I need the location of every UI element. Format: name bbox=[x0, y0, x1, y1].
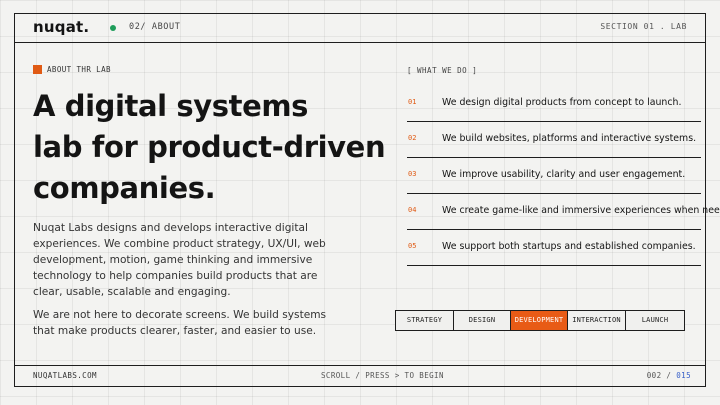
statement: We are not here to decorate screens. We … bbox=[33, 309, 327, 337]
item-text: We design digital products from concept … bbox=[442, 97, 682, 108]
page-title: A digital systems lab for product-driven… bbox=[33, 86, 405, 209]
item-number: 01 bbox=[408, 98, 417, 106]
item-text: We create game-like and immersive experi… bbox=[442, 205, 720, 216]
orange-square-icon bbox=[33, 65, 42, 74]
what-we-do-label: [ WHAT WE DO ] bbox=[407, 66, 478, 75]
logo[interactable]: nuqat. bbox=[33, 18, 89, 36]
list-item: 02 We build websites, platforms and inte… bbox=[407, 122, 701, 158]
list-item: 03 We improve usability, clarity and use… bbox=[407, 158, 701, 194]
item-number: 05 bbox=[408, 242, 417, 250]
headline-line-1: A digital systems bbox=[33, 89, 309, 123]
tab-design[interactable]: DESIGN bbox=[454, 311, 511, 330]
page-current: 002 bbox=[646, 371, 662, 380]
bottom-bar: NUQATLABS.COM SCROLL / PRESS > TO BEGIN … bbox=[15, 365, 705, 386]
item-number: 04 bbox=[408, 206, 417, 214]
page-separator: / bbox=[661, 371, 677, 380]
page-counter: 002 / 015 bbox=[647, 371, 691, 380]
list-item: 04 We create game-like and immersive exp… bbox=[407, 194, 720, 230]
item-text: We support both startups and established… bbox=[442, 241, 696, 252]
headline-line-3: companies. bbox=[33, 171, 216, 205]
list-item: 01 We design digital products from conce… bbox=[407, 86, 701, 122]
slide-frame: nuqat. 02/ ABOUT SECTION 01 . LAB ABOUT … bbox=[14, 13, 720, 387]
tab-launch[interactable]: LAUNCH bbox=[626, 311, 684, 330]
breadcrumb: 02/ ABOUT bbox=[129, 22, 181, 32]
eyebrow: ABOUT THR LAB bbox=[33, 65, 111, 74]
list-item: 05 We support both startups and establis… bbox=[407, 230, 701, 266]
item-number: 02 bbox=[408, 134, 417, 142]
scroll-hint: SCROLL / PRESS > TO BEGIN bbox=[321, 371, 444, 380]
tab-development[interactable]: DEVELOPMENT bbox=[511, 311, 568, 330]
page-total: 015 bbox=[676, 371, 691, 380]
eyebrow-text: ABOUT THR LAB bbox=[47, 65, 111, 74]
what-we-do-list: 01 We design digital products from conce… bbox=[407, 86, 720, 266]
process-tabs: STRATEGY DESIGN DEVELOPMENT INTERACTION … bbox=[395, 310, 685, 331]
tab-strategy[interactable]: STRATEGY bbox=[396, 311, 454, 330]
headline-line-2: lab for product-driven bbox=[33, 130, 386, 164]
section-label: SECTION 01 . LAB bbox=[600, 22, 687, 31]
top-bar: nuqat. 02/ ABOUT SECTION 01 . LAB bbox=[15, 14, 705, 43]
item-text: We improve usability, clarity and user e… bbox=[442, 169, 686, 180]
site-link[interactable]: NUQATLABS.COM bbox=[33, 371, 97, 380]
item-number: 03 bbox=[408, 170, 417, 178]
tab-interaction[interactable]: INTERACTION bbox=[568, 311, 626, 330]
item-text: We build websites, platforms and interac… bbox=[442, 133, 697, 144]
status-dot-icon bbox=[110, 25, 116, 31]
description: Nuqat Labs designs and develops interact… bbox=[33, 222, 326, 298]
